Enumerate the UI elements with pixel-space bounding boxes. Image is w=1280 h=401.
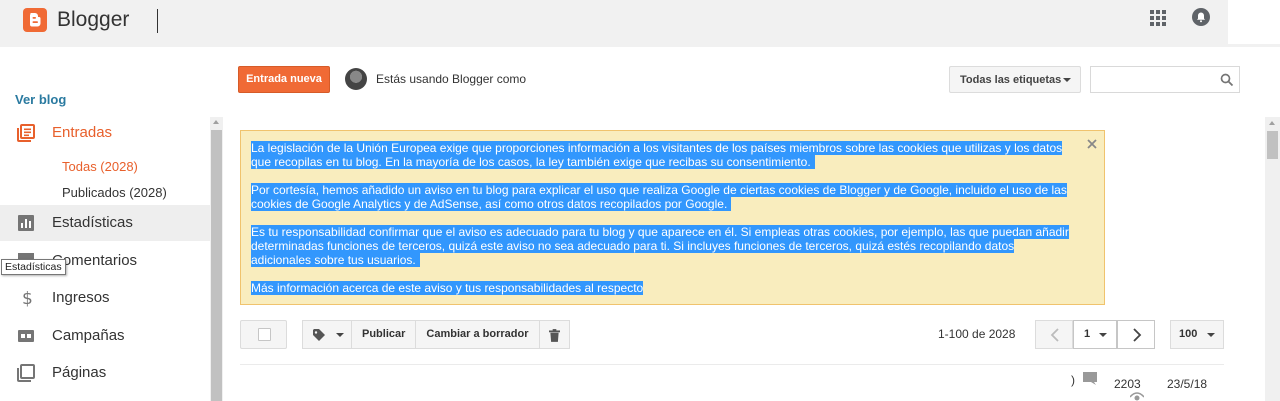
list-divider bbox=[240, 364, 1224, 365]
scrollbar-thumb[interactable] bbox=[1267, 131, 1278, 159]
view-blog-link[interactable]: Ver blog bbox=[15, 92, 66, 107]
labels-button[interactable] bbox=[302, 320, 352, 349]
row-truncated-text: ) bbox=[1071, 373, 1075, 387]
trash-icon bbox=[548, 329, 560, 342]
sidebar-item-stats[interactable]: Estadísticas bbox=[0, 205, 210, 241]
posts-icon bbox=[17, 124, 35, 142]
per-page-dropdown[interactable]: 100 bbox=[1170, 320, 1224, 349]
select-all-checkbox-button[interactable] bbox=[240, 320, 287, 349]
top-bar-right-area bbox=[1228, 0, 1280, 44]
header-divider bbox=[157, 9, 158, 33]
chevron-right-icon bbox=[1133, 328, 1142, 342]
per-page-value: 100 bbox=[1179, 328, 1198, 340]
blogger-logo[interactable] bbox=[23, 8, 47, 32]
post-views-count: 2203 bbox=[1114, 377, 1141, 391]
sidebar-item-label: Entradas bbox=[52, 124, 113, 141]
ad-icon bbox=[18, 330, 34, 342]
chevron-down-icon bbox=[1099, 333, 1107, 337]
comment-icon bbox=[1083, 372, 1097, 385]
scrollbar-thumb[interactable] bbox=[211, 130, 222, 401]
previous-page-button[interactable] bbox=[1035, 320, 1073, 349]
page-number-dropdown[interactable]: 1 bbox=[1073, 320, 1117, 349]
tag-icon bbox=[313, 329, 325, 341]
scroll-up-arrow-icon[interactable] bbox=[213, 120, 219, 124]
close-icon[interactable] bbox=[1086, 138, 1098, 150]
pages-icon bbox=[17, 364, 35, 382]
sidebar-subitem-all[interactable]: Todas (2028) bbox=[62, 159, 138, 174]
apps-grid-icon[interactable] bbox=[1150, 10, 1166, 26]
using-as-text: Estás usando Blogger como bbox=[376, 72, 527, 86]
sidebar-item-label: Estadísticas bbox=[52, 214, 133, 231]
sidebar-item-label: Ingresos bbox=[52, 289, 110, 306]
new-post-button[interactable]: Entrada nueva bbox=[238, 66, 330, 93]
search-icon[interactable] bbox=[1220, 73, 1234, 87]
sidebar-item-label: Páginas bbox=[52, 364, 107, 381]
post-actions-toolbar: Publicar Cambiar a borrador bbox=[302, 320, 570, 349]
cookie-notice-paragraph: La legislación de la Unión Europea exige… bbox=[251, 141, 1063, 169]
chevron-down-icon bbox=[336, 333, 344, 337]
chevron-left-icon bbox=[1050, 328, 1059, 342]
sidebar-item-campaigns[interactable]: Campañas bbox=[0, 318, 210, 354]
sidebar-item-earnings[interactable]: $ Ingresos bbox=[0, 280, 210, 316]
notifications-bell-icon[interactable] bbox=[1192, 8, 1210, 26]
labels-dropdown-value: Todas las etiquetas bbox=[960, 74, 1062, 86]
sidebar-scrollbar[interactable] bbox=[210, 117, 223, 401]
delete-button[interactable] bbox=[539, 320, 570, 349]
cookie-notice-banner: La legislación de la Unión Europea exige… bbox=[240, 130, 1105, 305]
labels-dropdown[interactable]: Todas las etiquetas bbox=[949, 66, 1081, 93]
sidebar-item-label: Campañas bbox=[52, 327, 125, 344]
brand-name: Blogger bbox=[57, 8, 130, 31]
cookie-notice-paragraph: Por cortesía, hemos añadido un aviso en … bbox=[251, 183, 1067, 211]
sidebar-item-posts[interactable]: Entradas bbox=[0, 115, 210, 151]
stats-tooltip: Estadísticas bbox=[1, 259, 66, 275]
next-page-button[interactable] bbox=[1117, 320, 1155, 349]
pagination-range: 1-100 de 2028 bbox=[938, 327, 1016, 341]
scroll-up-arrow-icon[interactable] bbox=[1269, 121, 1275, 125]
revert-to-draft-button[interactable]: Cambiar a borrador bbox=[416, 320, 540, 349]
current-page: 1 bbox=[1084, 328, 1091, 340]
select-all-checkbox[interactable] bbox=[258, 328, 271, 341]
chevron-down-icon bbox=[1207, 333, 1215, 337]
eye-icon bbox=[1130, 392, 1144, 401]
svg-text:$: $ bbox=[22, 289, 33, 307]
post-date: 23/5/18 bbox=[1167, 377, 1208, 391]
cookie-notice-learn-more-link[interactable]: Más información acerca de este aviso y t… bbox=[251, 281, 644, 295]
sidebar-item-pages[interactable]: Páginas bbox=[0, 355, 210, 391]
top-bar bbox=[0, 0, 1280, 47]
cookie-notice-text: La legislación de la Unión Europea exige… bbox=[251, 141, 1071, 309]
sidebar-subitem-published[interactable]: Publicados (2028) bbox=[62, 185, 167, 200]
dollar-icon: $ bbox=[22, 289, 33, 307]
main-scrollbar[interactable] bbox=[1265, 117, 1280, 401]
cookie-notice-paragraph: Es tu responsabilidad confirmar que el a… bbox=[251, 225, 1069, 267]
blogger-b-icon bbox=[30, 13, 41, 27]
search-input[interactable] bbox=[1090, 66, 1240, 93]
stats-icon bbox=[18, 215, 34, 231]
publish-button[interactable]: Publicar bbox=[352, 320, 417, 349]
chevron-down-icon bbox=[1063, 78, 1071, 82]
avatar[interactable] bbox=[345, 68, 367, 90]
